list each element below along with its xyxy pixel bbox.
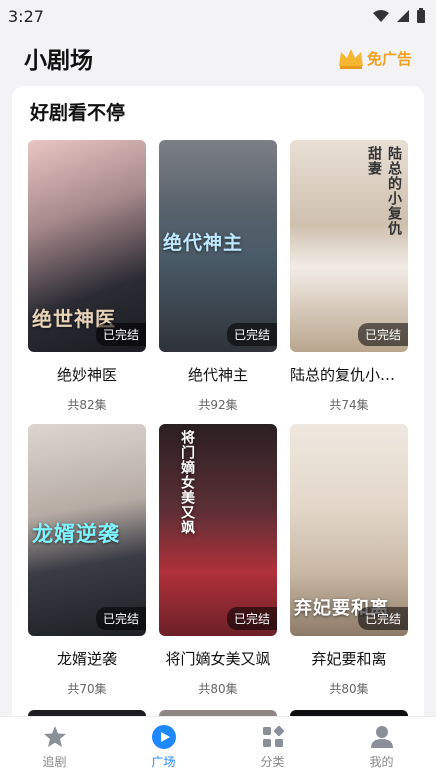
drama-poster[interactable]: 绝世神医 已完结 <box>28 140 146 352</box>
poster-title: 绝代神主 <box>163 232 244 254</box>
status-badge: 已完结 <box>357 607 408 630</box>
drama-title: 将门嫡女美又飒 <box>165 650 271 668</box>
star-icon <box>43 725 66 747</box>
drama-poster[interactable]: 绝代神主 已完结 <box>159 140 277 352</box>
battery-icon <box>417 8 425 23</box>
episode-count: 共74集 <box>329 398 369 412</box>
tab-label: 分类 <box>260 754 285 769</box>
episode-count: 共82集 <box>67 398 107 412</box>
tab-category[interactable]: 分类 <box>218 717 327 776</box>
episode-count: 共80集 <box>329 682 369 696</box>
drama-item[interactable]: 绝世神医 已完结 绝妙神医 共82集 <box>28 140 146 424</box>
tab-plaza[interactable]: 广场 <box>109 717 218 776</box>
app-header: 小剧场 免广告 <box>0 32 436 84</box>
tab-mine[interactable]: 我的 <box>327 717 436 776</box>
section-title: 好剧看不停 <box>30 102 126 124</box>
drama-title: 绝代神主 <box>187 366 248 384</box>
drama-poster[interactable]: 陆总的小复仇甜妻 已完结 <box>290 140 408 352</box>
category-icon <box>262 725 284 747</box>
drama-item[interactable]: 绝代神主 已完结 绝代神主 共92集 <box>159 140 277 424</box>
poster-title: 将门嫡女美又飒 <box>179 430 195 535</box>
signal-icon <box>397 10 409 22</box>
poster-title: 龙婿逆袭 <box>32 522 120 546</box>
status-badge: 已完结 <box>95 323 146 346</box>
drama-grid: 绝世神医 已完结 绝妙神医 共82集 绝代神主 已完结 绝代神主 共92集 陆总… <box>28 140 409 708</box>
status-badge: 已完结 <box>226 323 277 346</box>
drama-item[interactable]: 陆总的小复仇甜妻 已完结 陆总的复仇小甜... 共74集 <box>290 140 408 424</box>
play-icon <box>151 724 176 749</box>
page-title: 小剧场 <box>24 48 93 74</box>
drama-poster[interactable]: 将门嫡女美又飒 已完结 <box>159 424 277 636</box>
no-ads-label: 免广告 <box>366 49 412 68</box>
drama-item[interactable]: 将门嫡女美又飒 已完结 将门嫡女美又飒 共80集 <box>159 424 277 708</box>
tab-label: 我的 <box>369 754 394 769</box>
crown-icon <box>338 49 363 69</box>
status-bar: 3:27 <box>0 0 436 32</box>
drama-item[interactable]: 弃妃要和离 已完结 弃妃要和离 共80集 <box>290 424 408 708</box>
drama-title: 龙婿逆袭 <box>56 650 117 668</box>
drama-poster[interactable]: 龙婿逆袭 已完结 <box>28 424 146 636</box>
episode-count: 共70集 <box>67 682 107 696</box>
tab-label: 追剧 <box>42 754 67 769</box>
drama-title: 陆总的复仇小甜... <box>290 366 408 384</box>
drama-poster[interactable]: 弃妃要和离 已完结 <box>290 424 408 636</box>
wifi-icon <box>373 10 389 22</box>
status-time: 3:27 <box>8 6 44 26</box>
episode-count: 共92集 <box>198 398 238 412</box>
content-card: 好剧看不停 绝世神医 已完结 绝妙神医 共82集 绝代神主 已完结 绝代神主 共… <box>12 86 424 726</box>
no-ads-button[interactable]: 免广告 <box>337 46 412 70</box>
tab-label: 广场 <box>151 754 176 769</box>
poster-title: 陆总的小复仇甜妻 <box>366 146 402 236</box>
drama-title: 绝妙神医 <box>56 366 117 384</box>
status-badge: 已完结 <box>226 607 277 630</box>
bottom-tab-bar: 追剧 广场 分类 我的 <box>0 716 436 776</box>
tab-follow[interactable]: 追剧 <box>0 717 109 776</box>
status-badge: 已完结 <box>95 607 146 630</box>
drama-item[interactable]: 龙婿逆袭 已完结 龙婿逆袭 共70集 <box>28 424 146 708</box>
episode-count: 共80集 <box>198 682 238 696</box>
status-badge: 已完结 <box>357 323 408 346</box>
profile-icon <box>370 725 393 748</box>
drama-title: 弃妃要和离 <box>311 650 387 668</box>
